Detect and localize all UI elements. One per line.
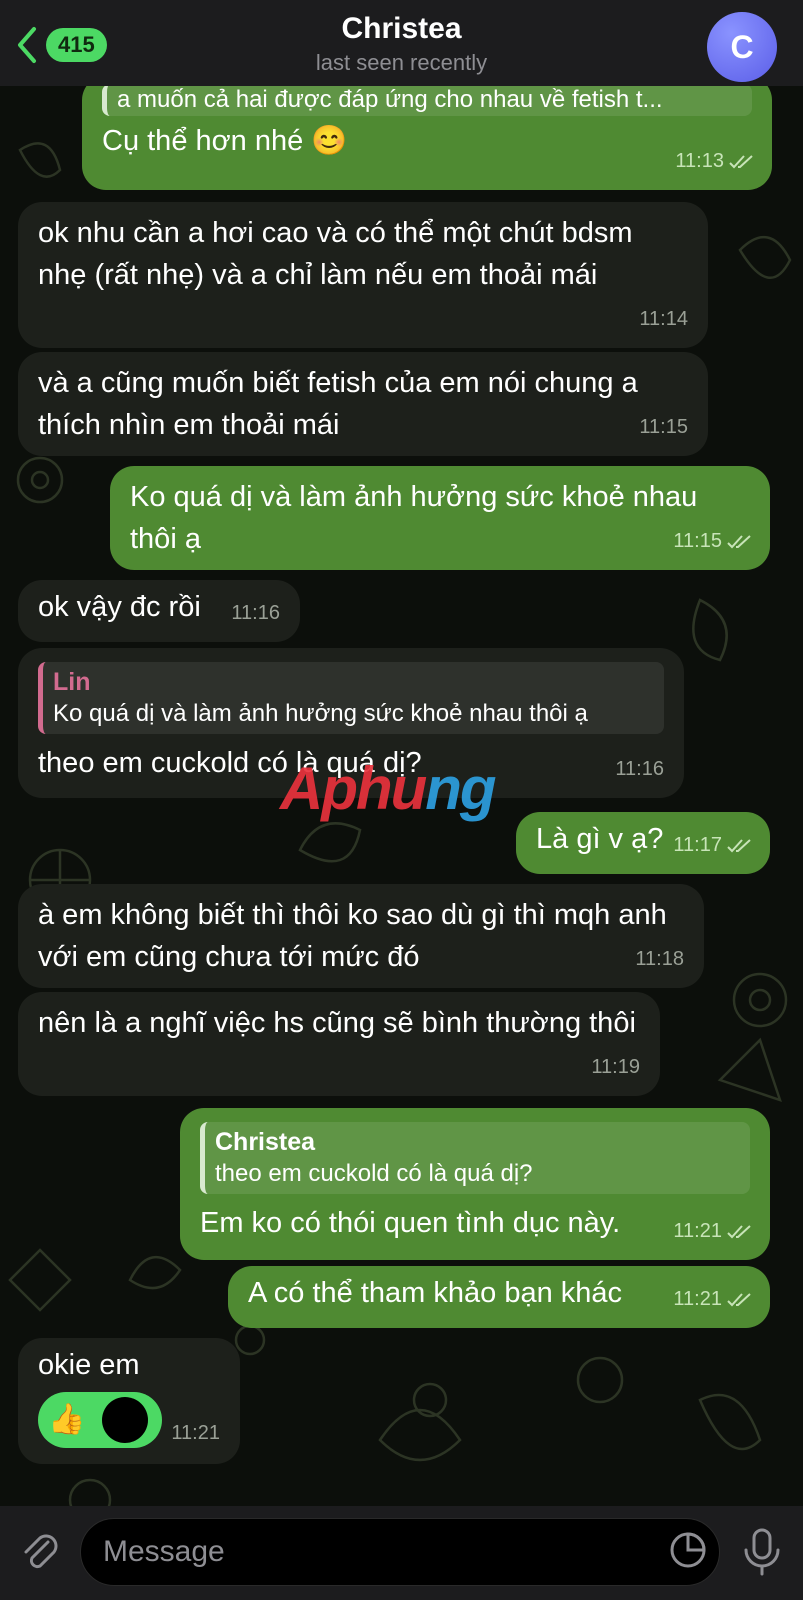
- message-time: 11:15: [639, 416, 688, 438]
- message-bubble-outgoing[interactable]: Là gì v ạ? 11:17: [516, 812, 770, 874]
- message-bubble-outgoing[interactable]: Ko quá dị và làm ảnh hưởng sức khoẻ nhau…: [110, 466, 770, 570]
- paperclip-icon[interactable]: [18, 1530, 62, 1574]
- message-bubble-incoming[interactable]: nên là a nghĩ việc hs cũng sẽ bình thườn…: [18, 992, 660, 1096]
- reply-quote-text: Ko quá dị và làm ảnh hưởng sức khoẻ nhau…: [53, 700, 588, 727]
- read-check-icon: [729, 154, 753, 169]
- reply-quote[interactable]: Lin Ko quá dị và làm ảnh hưởng sức khoẻ …: [38, 662, 664, 734]
- message-bubble-outgoing[interactable]: a muốn cả hai được đáp ứng cho nhau về f…: [82, 76, 772, 190]
- contact-avatar[interactable]: C: [707, 12, 777, 82]
- message-text: nên là a nghĩ việc hs cũng sẽ bình thườn…: [38, 1007, 636, 1039]
- message-time: 11:15: [673, 520, 754, 562]
- message-time: 11:17: [673, 824, 754, 866]
- message-composer: Message: [0, 1506, 803, 1600]
- read-check-icon: [727, 838, 751, 853]
- reply-quote[interactable]: Christea theo em cuckold có là quá dị?: [200, 1122, 750, 1194]
- message-text: okie em: [38, 1349, 140, 1381]
- message-time: 11:16: [615, 758, 664, 780]
- message-time: 11:21: [171, 1422, 220, 1444]
- read-check-icon: [727, 1292, 751, 1307]
- message-input[interactable]: Message: [80, 1518, 720, 1586]
- reply-quote-text: a muốn cả hai được đáp ứng cho nhau về f…: [117, 86, 663, 113]
- message-bubble-outgoing[interactable]: A có thể tham khảo bạn khác 11:21: [228, 1266, 770, 1328]
- reactor-avatar: [102, 1397, 148, 1443]
- thumbs-up-icon: 👍: [48, 1403, 86, 1436]
- reply-sender-name: Lin: [53, 668, 91, 696]
- message-text: và a cũng muốn biết fetish của em nói ch…: [38, 367, 638, 441]
- avatar-letter: C: [730, 28, 754, 65]
- message-input-placeholder: Message: [103, 1535, 225, 1568]
- message-text: Ko quá dị và làm ảnh hưởng sức khoẻ nhau…: [130, 481, 698, 555]
- message-bubble-incoming[interactable]: ok nhu cần a hơi cao và có thể một chút …: [18, 202, 708, 348]
- message-time: 11:14: [639, 308, 688, 330]
- message-bubble-incoming[interactable]: okie em 👍 11:21: [18, 1338, 240, 1464]
- reply-quote[interactable]: a muốn cả hai được đáp ứng cho nhau về f…: [102, 84, 752, 116]
- message-time: 11:21: [673, 1278, 754, 1320]
- message-time: 11:21: [673, 1210, 754, 1252]
- message-bubble-incoming[interactable]: à em không biết thì thôi ko sao dù gì th…: [18, 884, 704, 988]
- message-bubble-outgoing[interactable]: Christea theo em cuckold có là quá dị? E…: [180, 1108, 770, 1260]
- chat-header: 415 Christea last seen recently C: [0, 0, 803, 86]
- watermark-logo: Aphung: [280, 755, 497, 822]
- microphone-icon[interactable]: [740, 1526, 784, 1578]
- message-time: 11:16: [231, 602, 280, 624]
- message-text: à em không biết thì thôi ko sao dù gì th…: [38, 899, 667, 973]
- reply-sender-name: Christea: [215, 1128, 316, 1156]
- message-time: 11:18: [635, 948, 684, 970]
- message-bubble-incoming[interactable]: và a cũng muốn biết fetish của em nói ch…: [18, 352, 708, 456]
- message-bubble-incoming[interactable]: ok vậy đc rồi 11:16: [18, 580, 300, 642]
- reaction-pill[interactable]: 👍: [38, 1392, 162, 1448]
- message-time: 11:13: [675, 140, 756, 182]
- message-time: 11:19: [591, 1056, 640, 1078]
- chat-title[interactable]: Christea: [0, 12, 803, 46]
- sticker-icon[interactable]: [668, 1530, 708, 1570]
- read-check-icon: [727, 534, 751, 549]
- chat-status: last seen recently: [315, 50, 488, 75]
- message-list: a muốn cả hai được đáp ứng cho nhau về f…: [0, 76, 803, 1506]
- reply-quote-text: theo em cuckold có là quá dị?: [215, 1160, 533, 1187]
- read-check-icon: [727, 1224, 751, 1239]
- message-text: ok nhu cần a hơi cao và có thể một chút …: [38, 217, 633, 291]
- message-text: Cụ thể hơn nhé 😊: [102, 125, 348, 157]
- message-text: Em ko có thói quen tình dục này.: [200, 1207, 621, 1239]
